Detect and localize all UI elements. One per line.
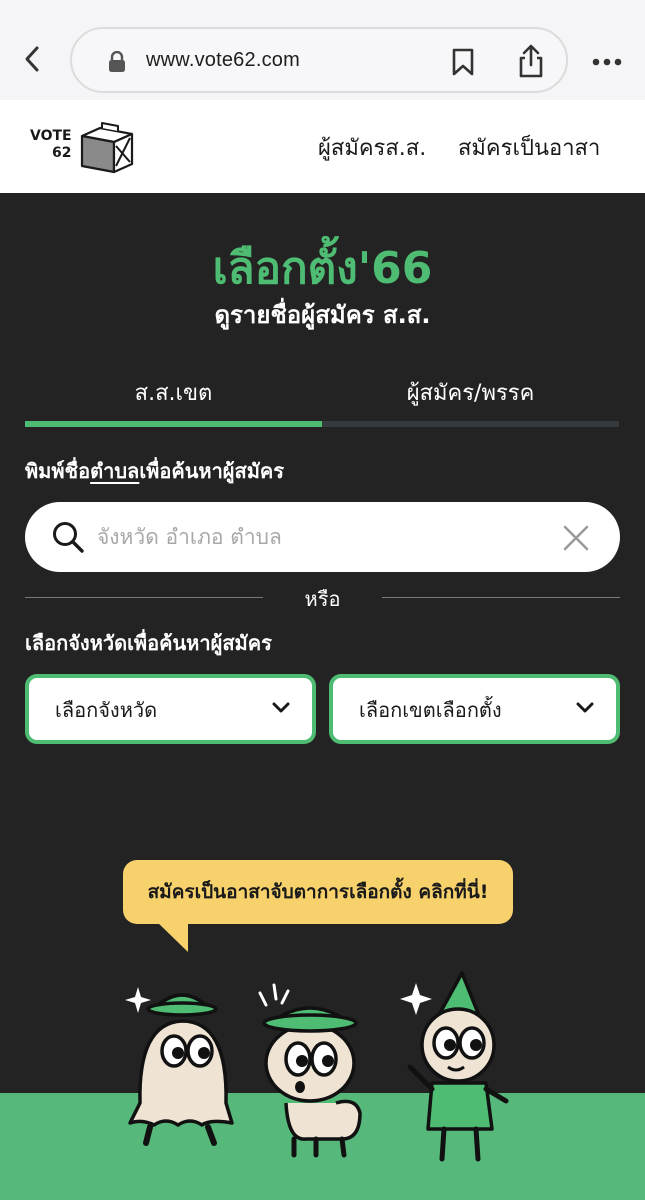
province-label: เลือกจังหวัดเพื่อค้นหาผู้สมัคร [25,631,272,655]
district-dropdown[interactable]: เลือกเขตเลือกตั้ง [329,674,620,744]
tab-district-mp[interactable]: ส.ส.เขต [25,375,322,410]
divider-right [382,597,620,598]
ballot-box-icon [80,122,134,174]
divider-or-text: หรือ [304,587,341,611]
nav-link-candidates[interactable]: ผู้สมัครส.ส. [318,130,426,165]
bookmark-icon[interactable] [450,47,476,81]
lock-icon [108,50,126,77]
mascot-illustration [125,971,509,1162]
search-input[interactable] [97,516,537,558]
tab-inactive-indicator [322,421,619,427]
tab-active-indicator [25,421,322,427]
clear-icon[interactable] [563,525,589,555]
search-label: พิมพ์ชื่อตำบลเพื่อค้นหาผู้สมัคร [25,459,285,483]
search-box[interactable] [25,502,620,572]
search-label-underlined: ตำบล [90,459,140,483]
tab-candidates-party[interactable]: ผู้สมัคร/พรรค [322,375,619,410]
district-dropdown-label: เลือกเขตเลือกตั้ง [359,698,502,722]
province-dropdown[interactable]: เลือกจังหวัด [25,674,316,744]
main-content: เลือกตั้ง'66 ดูรายชื่อผู้สมัคร ส.ส. ส.ส.… [0,193,645,1200]
page-title: เลือกตั้ง'66 [212,243,433,294]
volunteer-promo-bubble[interactable]: สมัครเป็นอาสาจับตาการเลือกตั้ง คลิกที่นี… [123,860,513,924]
logo-text-62: 62 [52,145,72,161]
site-header: VOTE 62 ผู้สมัครส.ส. สมัครเป็นอาสา [0,100,645,193]
volunteer-promo-text: สมัครเป็นอาสาจับตาการเลือกตั้ง คลิกที่นี… [147,881,489,903]
nav-link-volunteer[interactable]: สมัครเป็นอาสา [458,130,600,165]
province-dropdown-label: เลือกจังหวัด [55,698,158,722]
share-icon[interactable] [516,43,546,83]
chevron-down-icon [272,700,290,719]
page-subtitle: ดูรายชื่อผู้สมัคร ส.ส. [214,301,431,329]
search-icon [51,520,85,558]
address-bar[interactable]: www.vote62.com [70,27,568,93]
url-text: www.vote62.com [146,49,300,71]
chevron-down-icon [576,700,594,719]
divider-left [25,597,263,598]
logo-text-vote: VOTE [30,128,72,144]
more-icon[interactable] [592,52,622,71]
back-icon[interactable] [18,44,48,74]
speech-bubble-tail [154,919,188,952]
vote62-logo[interactable]: VOTE 62 [30,122,140,174]
